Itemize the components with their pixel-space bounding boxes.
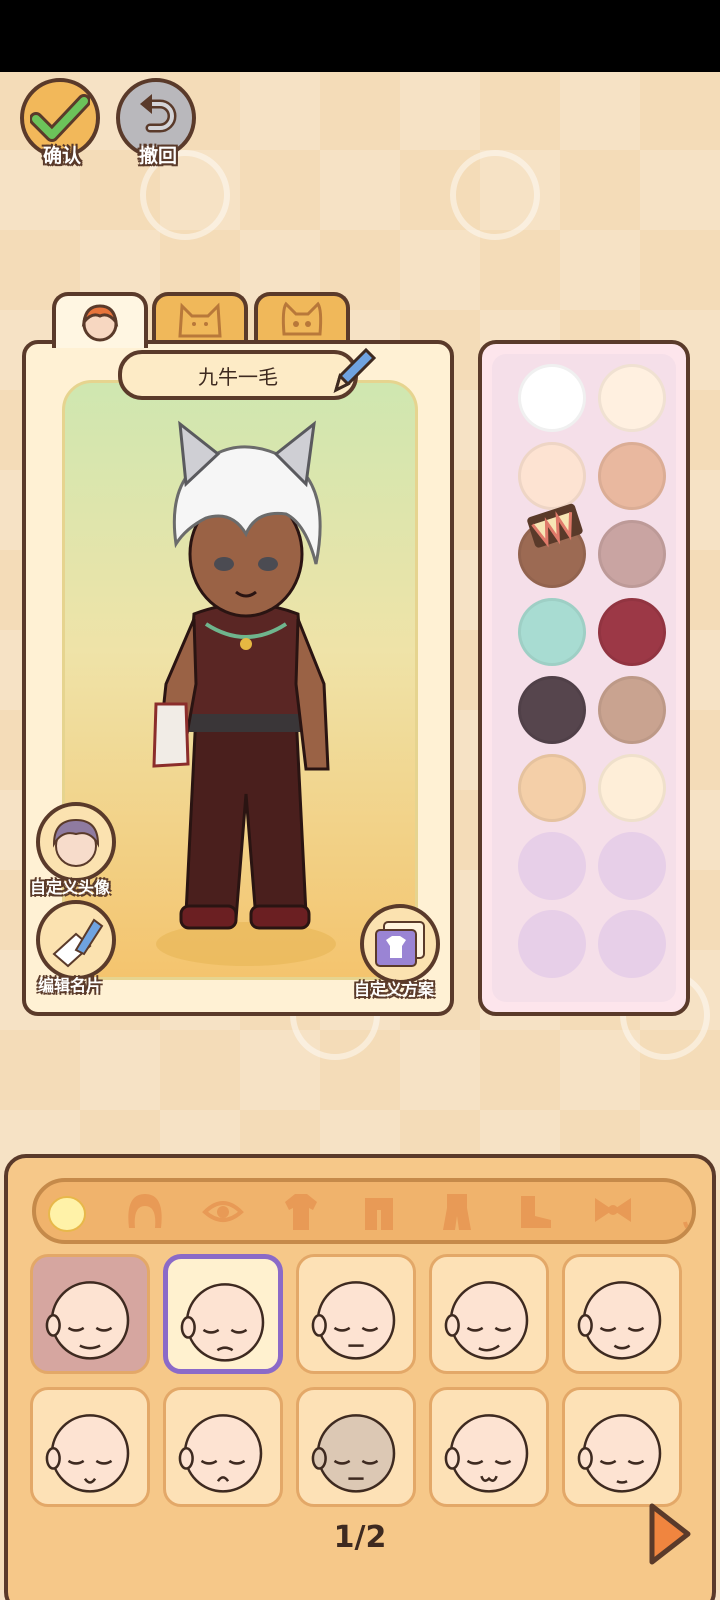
category-tab-outfit[interactable] bbox=[430, 1188, 484, 1236]
category-tab-body[interactable] bbox=[40, 1188, 94, 1236]
outfit-icon bbox=[443, 1194, 471, 1230]
category-bar bbox=[32, 1178, 696, 1244]
color-swatch[interactable] bbox=[518, 754, 586, 822]
character-avatar bbox=[152, 420, 336, 966]
sun-decoration bbox=[450, 150, 540, 240]
coat-icon bbox=[365, 1198, 393, 1230]
face-preview-icon bbox=[444, 1281, 529, 1360]
color-swatch[interactable] bbox=[598, 598, 666, 666]
character-preview-panel: 九牛一毛 自定义头像 编辑名片 自定义方案 bbox=[22, 340, 454, 1016]
category-tab-top[interactable] bbox=[274, 1188, 328, 1236]
color-swatch[interactable] bbox=[518, 598, 586, 666]
empty-swatch bbox=[518, 832, 586, 900]
face-preview-icon bbox=[45, 1414, 130, 1493]
custom-scheme-label: 自定义方案 bbox=[354, 980, 435, 999]
face-preview-icon bbox=[577, 1414, 662, 1493]
face-option[interactable] bbox=[30, 1387, 150, 1507]
cat-cute-face-icon bbox=[281, 301, 323, 336]
undo-label: 撤回 bbox=[138, 145, 177, 167]
next-page-arrow-icon[interactable] bbox=[644, 1502, 694, 1566]
bow-icon bbox=[595, 1198, 631, 1222]
accessory-icon bbox=[683, 1221, 692, 1232]
category-tab-bow[interactable] bbox=[586, 1188, 640, 1236]
color-swatch[interactable] bbox=[518, 676, 586, 744]
face-option[interactable] bbox=[429, 1254, 549, 1374]
face-preview-icon bbox=[311, 1414, 396, 1493]
color-swatch[interactable] bbox=[598, 520, 666, 588]
empty-swatch bbox=[598, 910, 666, 978]
category-tab-coat[interactable] bbox=[352, 1188, 406, 1236]
tab-cat-cute[interactable] bbox=[254, 292, 350, 344]
edit-card-icon bbox=[52, 918, 104, 968]
body-icon bbox=[48, 1196, 86, 1232]
character-name[interactable]: 九牛一毛 bbox=[118, 350, 358, 400]
face-option[interactable] bbox=[163, 1387, 283, 1507]
cat-face-icon bbox=[178, 302, 222, 338]
face-preview-icon bbox=[180, 1283, 265, 1362]
face-option[interactable] bbox=[296, 1387, 416, 1507]
color-swatch[interactable] bbox=[598, 676, 666, 744]
face-option[interactable] bbox=[562, 1254, 682, 1374]
face-option[interactable] bbox=[30, 1254, 150, 1374]
color-selector-icon bbox=[527, 503, 583, 548]
page-indicator: 1/2 bbox=[333, 1520, 387, 1555]
color-swatch[interactable] bbox=[518, 364, 586, 432]
color-palette-panel bbox=[478, 340, 690, 1016]
parts-editor-panel: 1/2 bbox=[4, 1154, 716, 1600]
custom-scheme-button[interactable] bbox=[360, 904, 440, 984]
checkmark-icon bbox=[30, 94, 90, 142]
human-face-icon bbox=[81, 304, 119, 342]
outfit-scheme-icon bbox=[375, 921, 425, 967]
confirm-button[interactable]: 确认 bbox=[20, 78, 104, 167]
custom-avatar-label: 自定义头像 bbox=[30, 878, 111, 897]
category-tab-eye[interactable] bbox=[196, 1188, 250, 1236]
face-preview-icon bbox=[178, 1414, 263, 1493]
confirm-label: 确认 bbox=[42, 145, 81, 167]
tab-human-face[interactable] bbox=[52, 292, 148, 348]
face-option[interactable] bbox=[429, 1387, 549, 1507]
color-swatch[interactable] bbox=[598, 364, 666, 432]
color-swatch[interactable] bbox=[598, 442, 666, 510]
face-preview-icon bbox=[311, 1281, 396, 1360]
category-tab-hair[interactable] bbox=[118, 1188, 172, 1236]
category-tab-shoes[interactable] bbox=[508, 1188, 562, 1236]
undo-icon bbox=[140, 94, 177, 133]
shoes-icon bbox=[521, 1196, 551, 1228]
avatar-icon bbox=[52, 818, 100, 867]
category-tab-accessory[interactable] bbox=[664, 1188, 692, 1236]
face-option[interactable] bbox=[296, 1254, 416, 1374]
undo-button[interactable]: 撤回 bbox=[116, 78, 200, 167]
pencil-icon[interactable] bbox=[326, 344, 380, 398]
edit-card-button[interactable] bbox=[36, 900, 116, 980]
color-swatch[interactable] bbox=[598, 754, 666, 822]
tab-cat[interactable] bbox=[152, 292, 248, 344]
palette-grid bbox=[492, 354, 676, 1002]
top-icon bbox=[285, 1194, 317, 1230]
face-option[interactable] bbox=[163, 1254, 283, 1374]
face-option[interactable] bbox=[562, 1387, 682, 1507]
custom-avatar-button[interactable] bbox=[36, 802, 116, 882]
face-preview-icon bbox=[444, 1414, 529, 1493]
empty-swatch bbox=[518, 910, 586, 978]
hair-icon bbox=[128, 1194, 162, 1228]
face-preview-icon bbox=[577, 1281, 662, 1360]
edit-card-label: 编辑名片 bbox=[38, 976, 103, 995]
status-bar bbox=[0, 0, 720, 72]
empty-swatch bbox=[598, 832, 666, 900]
face-preview-icon bbox=[45, 1281, 130, 1360]
eye-icon bbox=[202, 1201, 244, 1222]
